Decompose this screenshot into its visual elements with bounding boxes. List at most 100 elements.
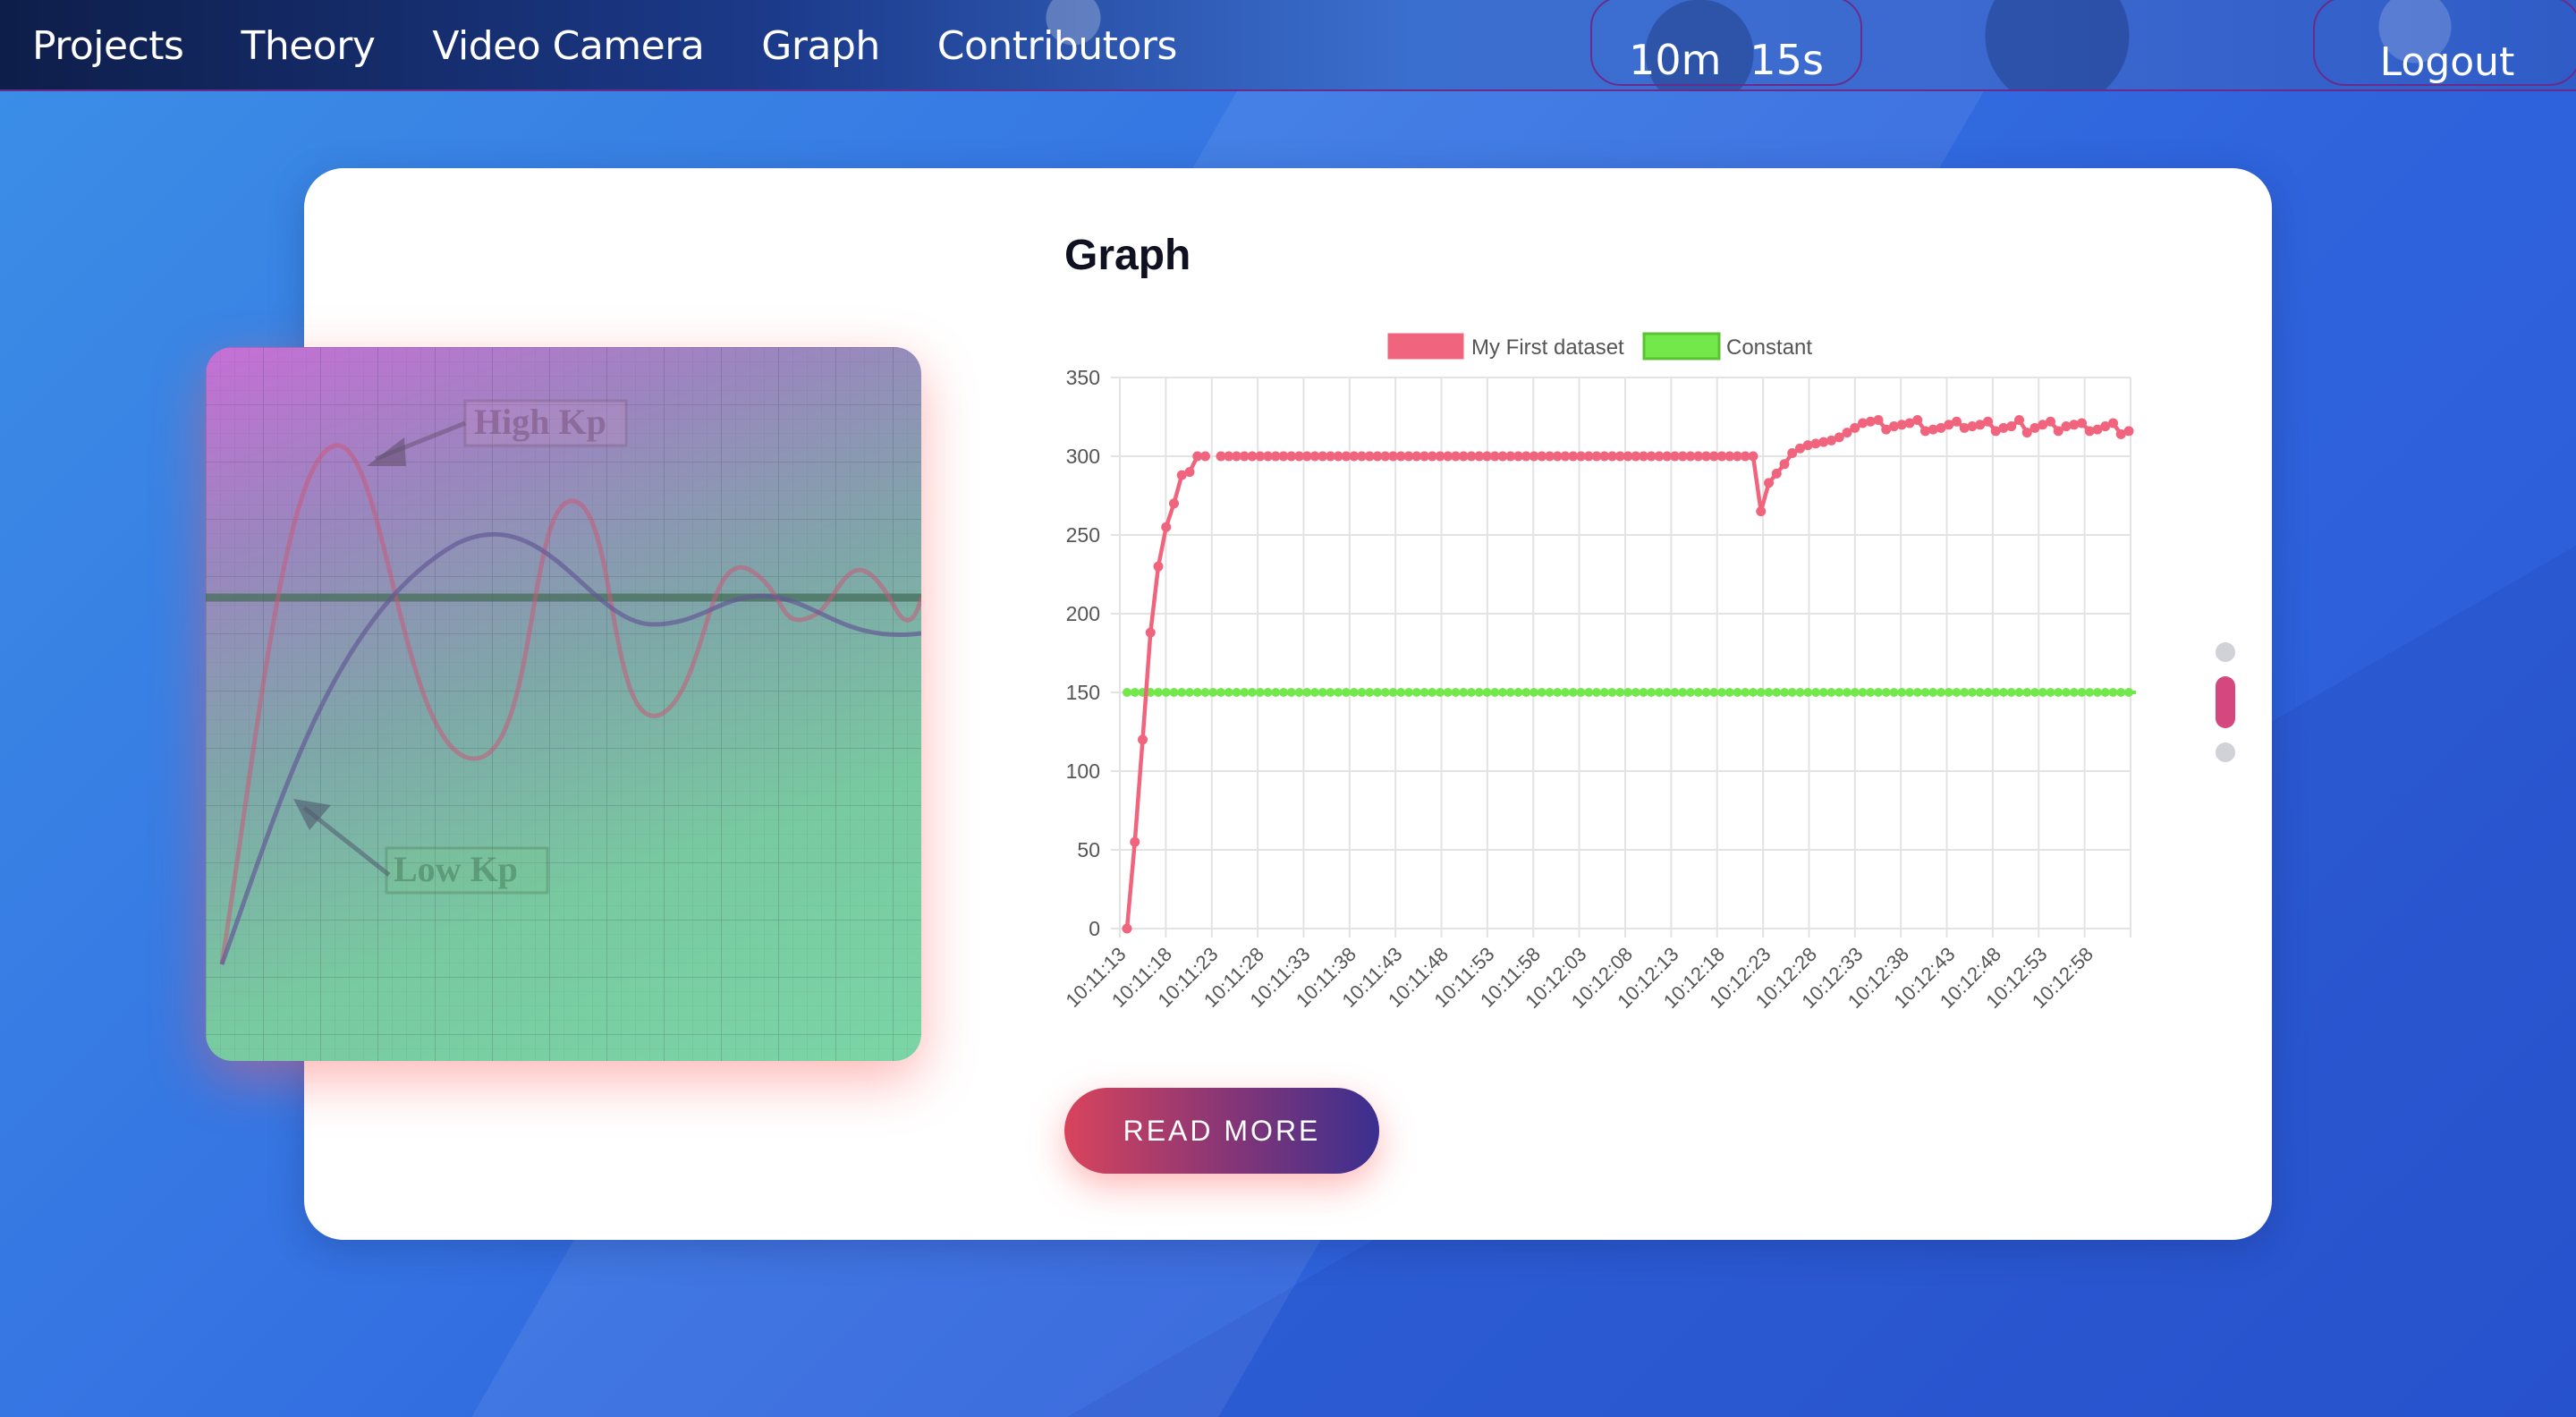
point-constant <box>1701 688 1711 697</box>
point-dataset <box>2006 421 2017 432</box>
point-constant <box>1709 688 1719 697</box>
point-constant <box>1380 688 1390 697</box>
point-constant <box>1404 688 1413 697</box>
point-constant <box>2077 688 2087 697</box>
point-constant <box>1999 688 2008 697</box>
point-dataset <box>1184 467 1195 478</box>
point-constant <box>1678 688 1688 697</box>
pid-response-illustration: High Kp Low Kp <box>206 347 921 1061</box>
point-constant <box>1216 688 1225 697</box>
point-dataset <box>2123 426 2134 437</box>
read-more-button[interactable]: READ MORE <box>1064 1088 1379 1174</box>
nav-theory[interactable]: Theory <box>241 23 375 69</box>
point-constant <box>2100 688 2110 697</box>
point-constant <box>1647 688 1657 697</box>
point-dataset <box>1200 451 1210 462</box>
point-constant <box>1881 688 1891 697</box>
point-constant <box>1553 688 1563 697</box>
point-dataset <box>1873 415 1884 426</box>
point-constant <box>1326 688 1335 697</box>
pager-dot[interactable] <box>2216 742 2235 762</box>
point-constant <box>1498 688 1507 697</box>
point-constant <box>1584 688 1594 697</box>
y-tick-label: 150 <box>1066 681 1100 704</box>
chart-legend: My First dataset Constant <box>1387 332 1812 361</box>
point-constant <box>1411 688 1421 697</box>
point-constant <box>1310 688 1319 697</box>
point-constant <box>2014 688 2024 697</box>
timer-seconds: 15s <box>1750 36 1824 84</box>
point-constant <box>1764 688 1774 697</box>
label-high-kp: High Kp <box>474 402 606 442</box>
pager-dot[interactable] <box>2216 642 2235 662</box>
point-constant <box>1818 688 1828 697</box>
nav-projects[interactable]: Projects <box>32 23 184 69</box>
point-dataset <box>2108 418 2118 428</box>
point-constant <box>1905 688 1914 697</box>
point-constant <box>1615 688 1625 697</box>
point-constant <box>1968 688 1977 697</box>
legend-label-constant: Constant <box>1726 335 1812 360</box>
point-constant <box>1161 688 1171 697</box>
point-dataset <box>1952 416 1962 427</box>
point-constant <box>1373 688 1382 697</box>
slide-pager <box>2215 642 2236 762</box>
point-dataset <box>1771 468 1782 479</box>
label-low-kp: Low Kp <box>394 849 518 889</box>
point-dataset <box>1764 478 1774 488</box>
session-timer: 10m 15s <box>1590 0 1862 86</box>
point-constant <box>1803 688 1813 697</box>
point-constant <box>1835 688 1844 697</box>
point-constant <box>1482 688 1492 697</box>
point-constant <box>1717 688 1726 697</box>
point-constant <box>1889 688 1899 697</box>
point-constant <box>1787 688 1797 697</box>
nav-graph[interactable]: Graph <box>761 23 880 69</box>
point-constant <box>1318 688 1327 697</box>
point-dataset <box>1756 506 1767 517</box>
point-constant <box>1568 688 1578 697</box>
point-constant <box>1232 688 1241 697</box>
point-constant <box>1811 688 1820 697</box>
point-constant <box>2030 688 2039 697</box>
point-constant <box>1130 688 1140 697</box>
point-constant <box>1349 688 1359 697</box>
point-constant <box>1474 688 1484 697</box>
point-constant <box>1396 688 1406 697</box>
nav-video-camera[interactable]: Video Camera <box>432 23 704 69</box>
point-dataset <box>1748 451 1758 462</box>
point-constant <box>1279 688 1288 697</box>
point-constant <box>1436 688 1445 697</box>
logout-button[interactable]: Logout <box>2313 0 2576 86</box>
point-dataset <box>2046 416 2055 427</box>
point-constant <box>1599 688 1609 697</box>
point-constant <box>1670 688 1680 697</box>
point-constant <box>1459 688 1469 697</box>
pid-response-image: High Kp Low Kp <box>206 347 921 1061</box>
point-constant <box>2038 688 2047 697</box>
pager-dot-active[interactable] <box>2216 676 2235 728</box>
point-constant <box>1795 688 1805 697</box>
point-constant <box>1607 688 1617 697</box>
point-constant <box>1662 688 1672 697</box>
point-constant <box>1286 688 1296 697</box>
point-constant <box>1271 688 1281 697</box>
point-constant <box>1248 688 1257 697</box>
point-dataset <box>2077 418 2087 428</box>
point-constant <box>1975 688 1985 697</box>
point-constant <box>1513 688 1523 697</box>
point-constant <box>1334 688 1343 697</box>
point-constant <box>1443 688 1453 697</box>
y-tick-label: 0 <box>1089 917 1100 940</box>
point-constant <box>1224 688 1233 697</box>
y-axis: 0 50 100 150 200 250 300 350 <box>1066 366 1100 940</box>
nav-contributors[interactable]: Contributors <box>937 23 1178 69</box>
point-constant <box>2124 688 2133 697</box>
point-dataset <box>1983 416 1993 427</box>
point-dataset <box>1145 627 1156 638</box>
point-constant <box>1576 688 1586 697</box>
point-constant <box>1537 688 1546 697</box>
point-dataset <box>1912 415 1923 426</box>
point-dataset <box>1153 561 1164 572</box>
point-constant <box>1255 688 1265 697</box>
